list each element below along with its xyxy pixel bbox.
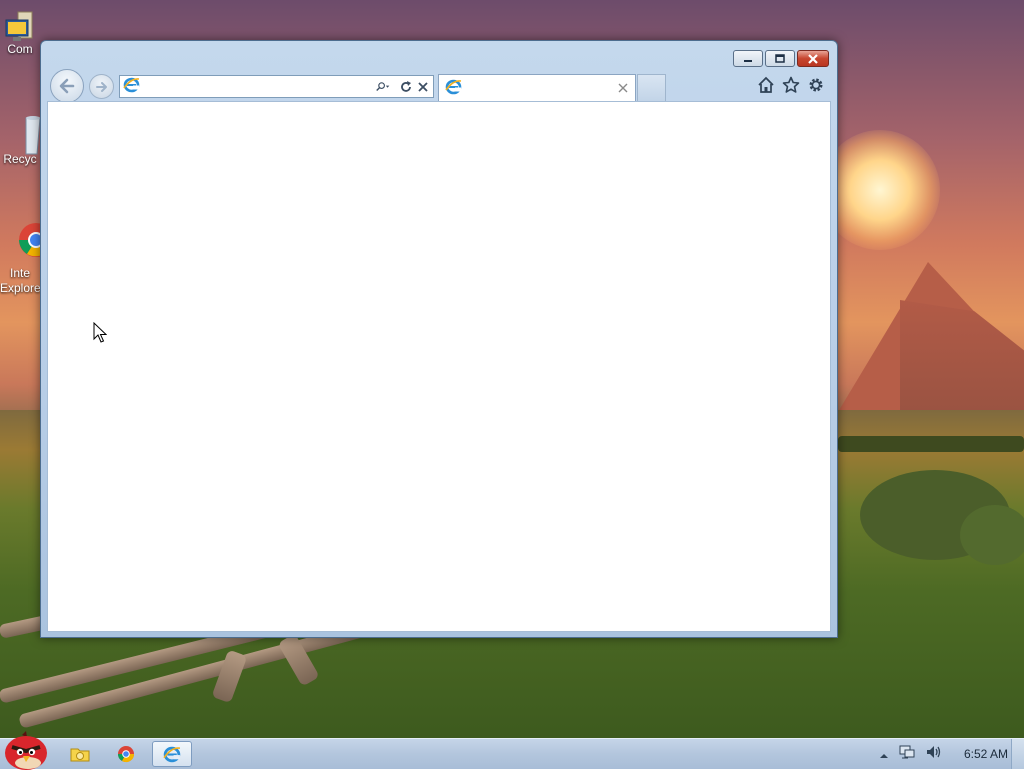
tab-close-button[interactable] bbox=[615, 80, 631, 96]
start-orb-icon bbox=[5, 731, 47, 770]
system-tray: 6:52 AM bbox=[879, 739, 1008, 769]
new-tab-button[interactable] bbox=[637, 74, 666, 101]
caption-buttons bbox=[733, 50, 829, 67]
forward-button[interactable] bbox=[89, 74, 114, 99]
taskbar-internet-explorer[interactable] bbox=[152, 741, 192, 767]
close-icon bbox=[618, 83, 628, 93]
network-icon bbox=[899, 745, 915, 759]
star-icon bbox=[782, 76, 800, 93]
computer-icon bbox=[4, 10, 36, 42]
browser-tab[interactable] bbox=[438, 74, 636, 101]
page-content-area[interactable] bbox=[47, 101, 831, 632]
desktop-icon-label: Inte Explore bbox=[0, 266, 41, 295]
refresh-button[interactable] bbox=[399, 79, 413, 95]
address-bar[interactable] bbox=[119, 75, 434, 98]
network-button[interactable] bbox=[898, 744, 916, 764]
internet-explorer-icon bbox=[123, 76, 140, 97]
mouse-pointer-icon bbox=[93, 322, 107, 343]
maximize-icon bbox=[775, 53, 785, 63]
desktop-icon-label: Recyc bbox=[3, 152, 37, 166]
recycle-bin-icon bbox=[4, 114, 41, 155]
close-icon bbox=[808, 53, 818, 64]
show-desktop-button[interactable] bbox=[1011, 739, 1024, 769]
address-input[interactable] bbox=[140, 77, 376, 96]
wallpaper-bush bbox=[960, 505, 1024, 565]
gear-icon bbox=[809, 78, 823, 92]
chrome-icon bbox=[117, 746, 135, 763]
show-hidden-icons-arrow bbox=[879, 753, 888, 758]
home-icon bbox=[758, 76, 774, 93]
forward-arrow-icon bbox=[95, 81, 107, 92]
volume-icon bbox=[926, 746, 941, 758]
favorites-button[interactable] bbox=[782, 76, 800, 94]
refresh-icon bbox=[401, 80, 411, 92]
close-button[interactable] bbox=[797, 50, 829, 67]
wallpaper-sun bbox=[820, 130, 940, 250]
file-explorer-icon bbox=[70, 748, 90, 762]
internet-explorer-window[interactable] bbox=[40, 40, 838, 638]
minimize-button[interactable] bbox=[733, 50, 763, 67]
search-dropdown-button[interactable] bbox=[376, 79, 390, 95]
desktop-icon-computer[interactable]: Com bbox=[0, 10, 40, 57]
desktop-icon-recycle-bin[interactable]: Recyc bbox=[0, 114, 41, 167]
volume-button[interactable] bbox=[925, 744, 943, 764]
maximize-button[interactable] bbox=[765, 50, 795, 67]
system-clock[interactable]: 6:52 AM bbox=[964, 747, 1008, 761]
taskbar: 6:52 AM bbox=[0, 731, 1024, 770]
taskbar-file-explorer[interactable] bbox=[60, 741, 100, 767]
minimize-icon bbox=[744, 59, 752, 62]
stop-icon bbox=[418, 81, 428, 92]
start-button[interactable] bbox=[2, 731, 48, 771]
search-icon bbox=[376, 81, 390, 91]
desktop-icon-browser[interactable]: Inte Explore bbox=[0, 218, 53, 296]
show-hidden-icons-button[interactable] bbox=[879, 745, 889, 764]
wallpaper-treeline bbox=[838, 436, 1024, 452]
back-arrow-icon bbox=[59, 78, 75, 94]
taskbar-chrome[interactable] bbox=[106, 741, 146, 767]
stop-button[interactable] bbox=[416, 79, 430, 95]
back-button[interactable] bbox=[50, 69, 84, 103]
internet-explorer-icon bbox=[445, 78, 462, 99]
tools-button[interactable] bbox=[807, 76, 825, 94]
home-button[interactable] bbox=[757, 76, 775, 94]
command-icons bbox=[757, 76, 825, 94]
chrome-icon bbox=[4, 218, 53, 257]
internet-explorer-icon bbox=[163, 746, 181, 763]
